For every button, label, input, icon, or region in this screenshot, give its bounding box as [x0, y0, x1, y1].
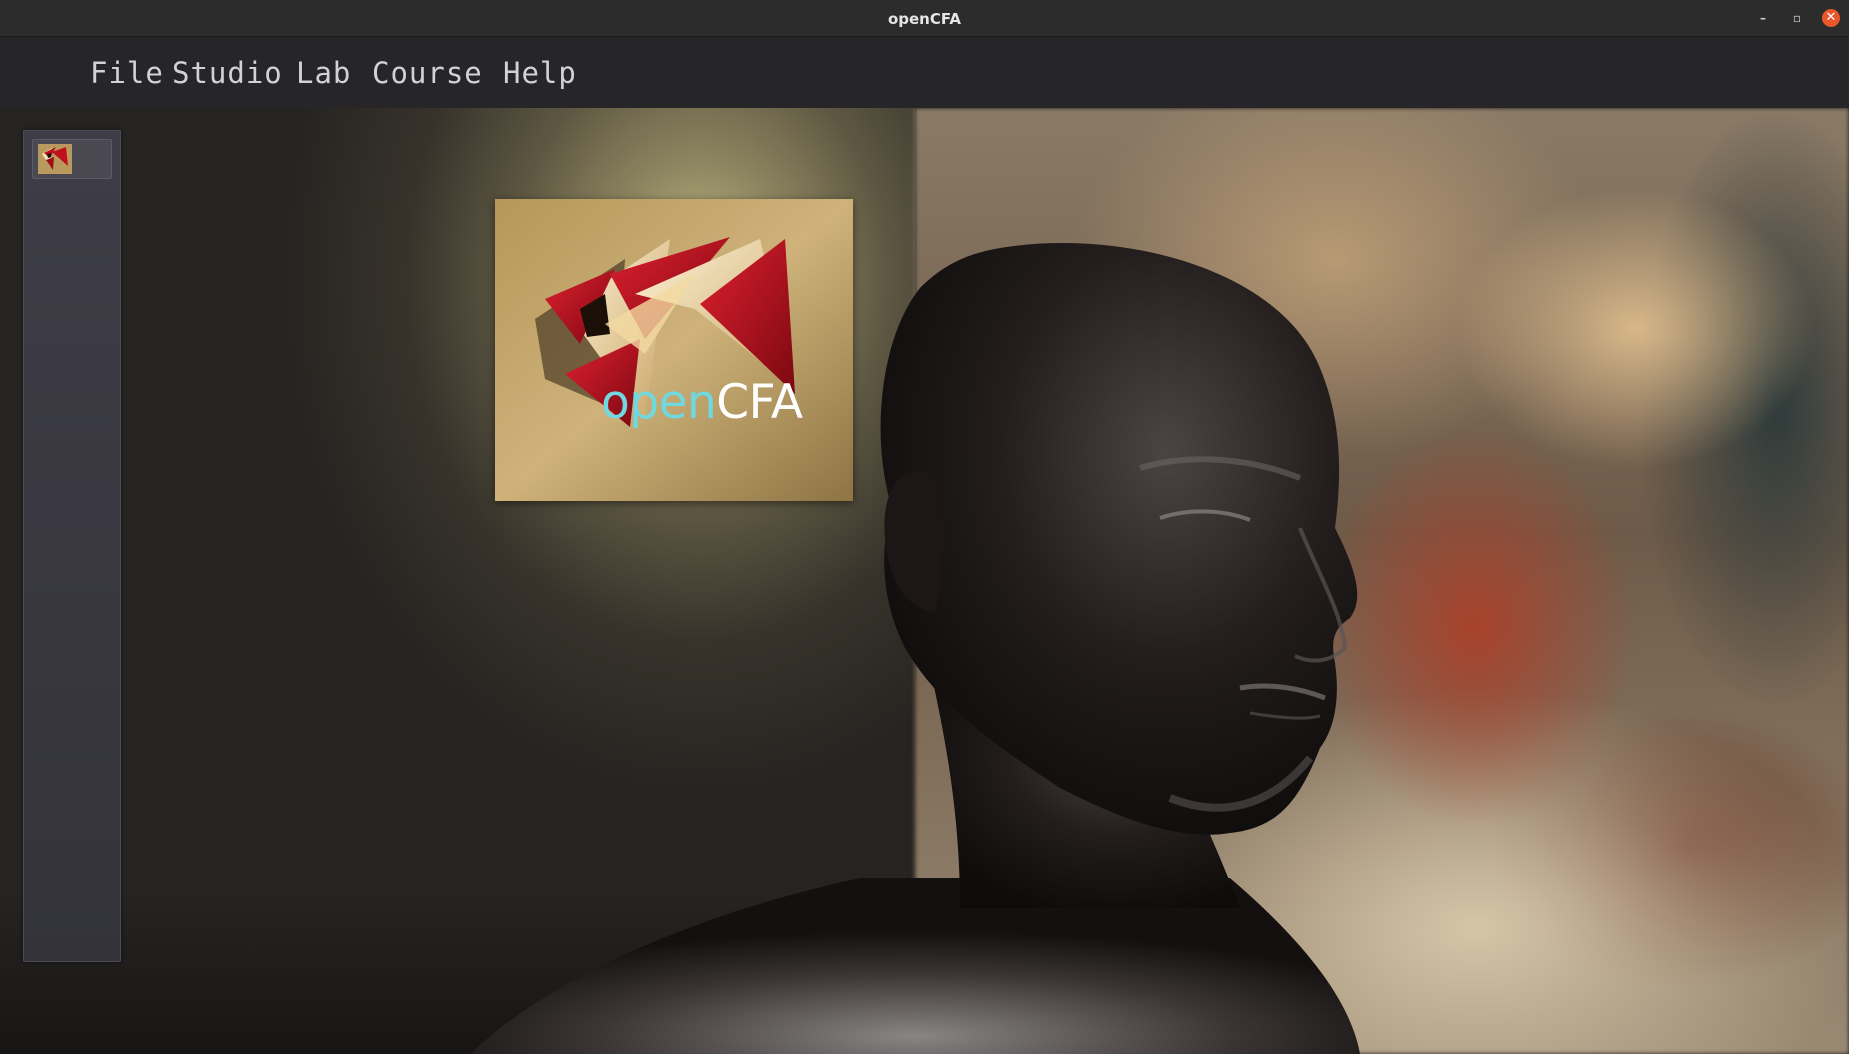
close-icon[interactable]: ✕: [1822, 9, 1840, 27]
menu-bar: File Studio Lab Course Help: [0, 37, 1849, 108]
menu-lab[interactable]: Lab: [296, 55, 351, 91]
opencfa-logo-text: openCFA: [601, 375, 803, 430]
logo-text-open: open: [601, 375, 717, 430]
window-title: openCFA: [887, 10, 962, 28]
logo-text-cfa: CFA: [716, 375, 803, 430]
minimize-icon[interactable]: –: [1754, 9, 1772, 27]
opencfa-logo-icon: [38, 144, 72, 174]
window-titlebar: openCFA – ▫ ✕: [0, 0, 1849, 37]
menu-help[interactable]: Help: [503, 55, 577, 91]
menu-file[interactable]: File: [90, 55, 164, 91]
studio-photo-backdrop: [915, 108, 1849, 1054]
opencfa-logo-card: openCFA: [495, 199, 853, 501]
menu-course[interactable]: Course: [372, 55, 483, 91]
side-panel: [23, 130, 121, 962]
menu-studio[interactable]: Studio: [172, 55, 283, 91]
viewport-scene[interactable]: openCFA: [0, 108, 1849, 1054]
sidebar-tile-opencfa[interactable]: [32, 139, 112, 179]
opencfa-logo-graphic: [495, 199, 853, 501]
maximize-icon[interactable]: ▫: [1788, 9, 1806, 27]
